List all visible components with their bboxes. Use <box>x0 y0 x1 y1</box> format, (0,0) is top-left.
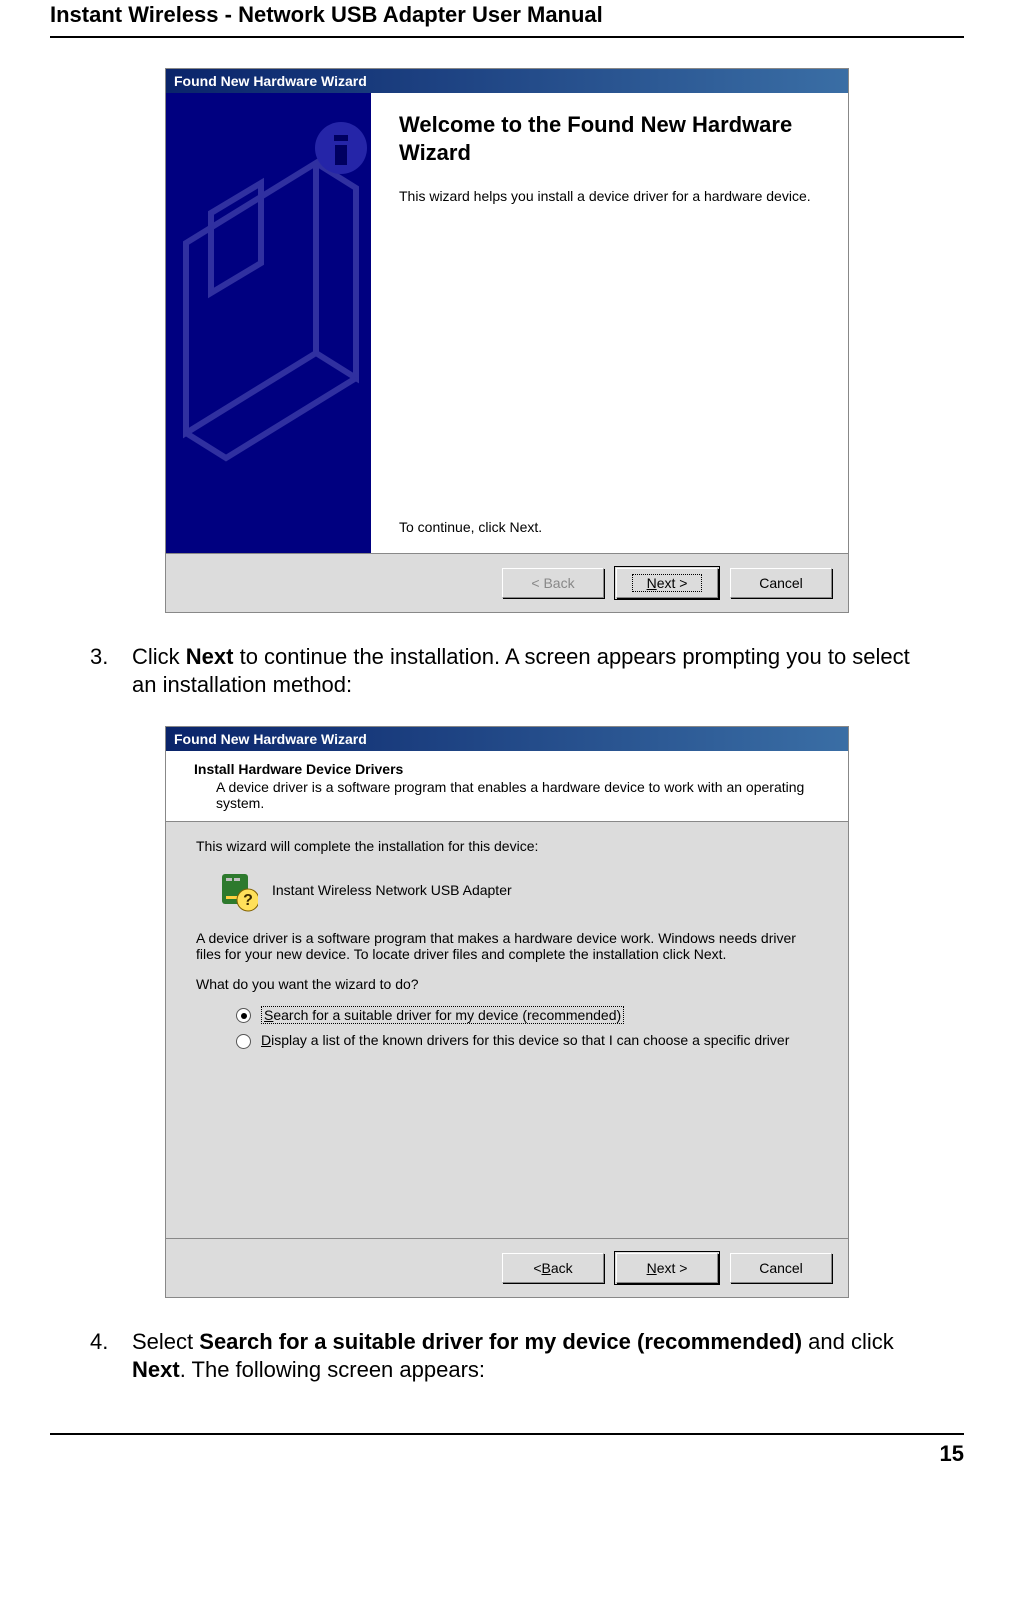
radio-option-search[interactable]: Search for a suitable driver for my devi… <box>236 1006 818 1024</box>
back-button[interactable]: < Back <box>502 1253 604 1283</box>
page-number: 15 <box>50 1433 964 1467</box>
back-button[interactable]: < Back <box>502 568 604 598</box>
intro-line: This wizard will complete the installati… <box>196 838 818 854</box>
explain-line: A device driver is a software program th… <box>196 930 818 962</box>
radio-option-display-list[interactable]: Display a list of the known drivers for … <box>236 1032 818 1049</box>
radio-icon <box>236 1008 251 1023</box>
device-name: Instant Wireless Network USB Adapter <box>272 882 512 898</box>
prompt-line: What do you want the wizard to do? <box>196 976 818 992</box>
next-button[interactable]: Next > <box>616 568 718 598</box>
wizard-welcome-dialog: Found New Hardware Wizard Welc <box>165 68 849 613</box>
next-button[interactable]: Next > <box>616 1253 718 1283</box>
wizard-continue-text: To continue, click Next. <box>399 519 542 535</box>
wizard-heading: Welcome to the Found New Hardware Wizard <box>399 111 820 166</box>
radio-icon <box>236 1034 251 1049</box>
step-4-text: 4. Select Search for a suitable driver f… <box>90 1328 914 1383</box>
cancel-button[interactable]: Cancel <box>730 1253 832 1283</box>
svg-text:?: ? <box>243 892 253 909</box>
wizard-install-drivers-dialog: Found New Hardware Wizard Install Hardwa… <box>165 726 849 1298</box>
dialog-titlebar: Found New Hardware Wizard <box>166 727 848 751</box>
step-3-text: 3. Click Next to continue the installati… <box>90 643 914 698</box>
cancel-button[interactable]: Cancel <box>730 568 832 598</box>
page-header: Instant Wireless - Network USB Adapter U… <box>50 0 964 38</box>
wizard-body-text: This wizard helps you install a device d… <box>399 188 820 204</box>
wizard-subheader: Install Hardware Device Drivers A device… <box>166 751 848 822</box>
unknown-device-icon: ? <box>218 868 258 912</box>
dialog-titlebar: Found New Hardware Wizard <box>166 69 848 93</box>
wizard-side-graphic <box>166 93 371 553</box>
